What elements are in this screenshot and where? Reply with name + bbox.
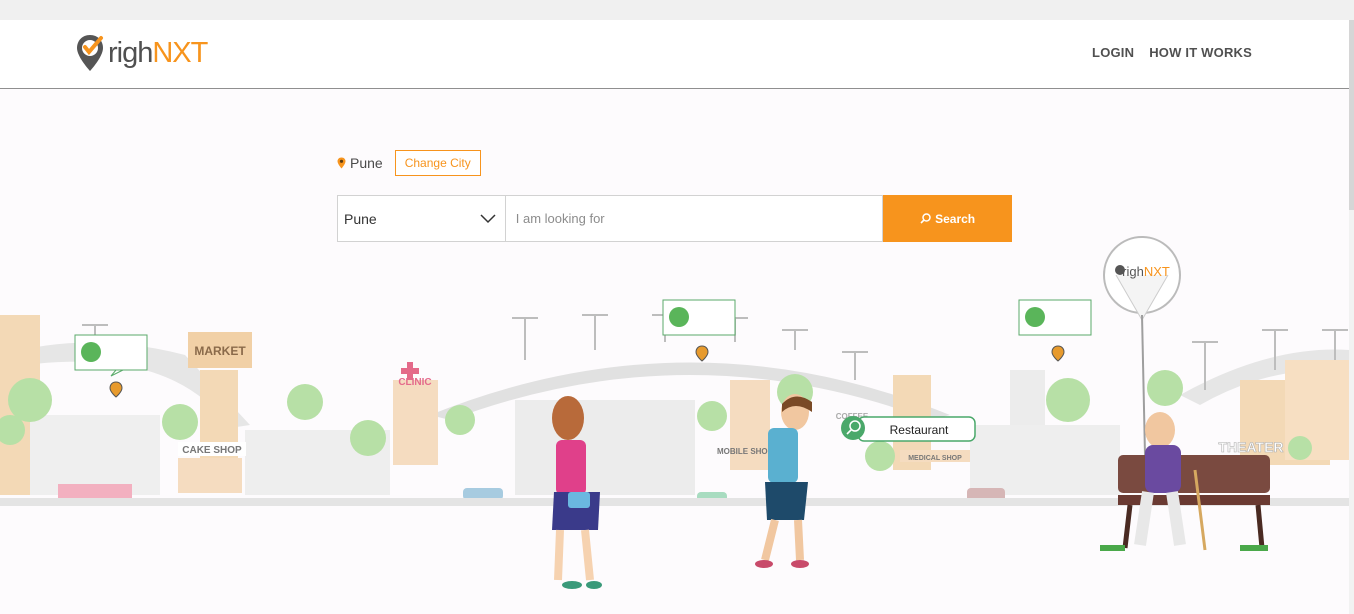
review-card-center	[662, 299, 736, 336]
search-button-label: Search	[935, 211, 976, 226]
city-select-value: Pune	[344, 211, 377, 227]
current-location: Pune Change City	[337, 150, 481, 176]
change-city-button[interactable]: Change City	[394, 150, 481, 176]
scrollbar-thumb[interactable]	[1349, 20, 1354, 210]
city-illustration: MARKET CLINIC CAKE SHOP MOBILE SHOP COFF…	[0, 236, 1349, 589]
logo[interactable]: righNXT	[76, 34, 208, 72]
location-pin-check-icon	[77, 35, 103, 71]
review-card-right	[1018, 299, 1092, 336]
clinic-sign: CLINIC	[398, 377, 431, 388]
chevron-down-icon	[480, 214, 496, 224]
search-icon	[920, 213, 931, 224]
mobile-shop-sign: MOBILE SHOP	[717, 447, 774, 456]
market-sign: MARKET	[194, 344, 246, 358]
review-card-left	[74, 334, 148, 377]
restaurant-bubble-label: Restaurant	[890, 423, 949, 437]
restaurant-search-bubble: Restaurant	[841, 416, 976, 442]
balloon-logo-righ: righ	[1122, 264, 1144, 279]
login-link[interactable]: LOGIN	[1092, 45, 1134, 60]
medical-shop-sign: MEDICAL SHOP	[908, 455, 962, 462]
balloon-logo-nxt: NXT	[1144, 264, 1170, 279]
theater-sign: THEATER	[1218, 439, 1283, 455]
cake-shop-sign: CAKE SHOP	[182, 445, 242, 456]
current-city-label: Pune	[350, 155, 383, 171]
location-pin-icon	[337, 157, 346, 169]
top-nav: LOGIN HOW IT WORKS	[1092, 45, 1252, 60]
svg-text:righNXT: righNXT	[1122, 264, 1170, 279]
browser-top-strip	[0, 0, 1354, 20]
site-header: righNXT LOGIN HOW IT WORKS	[0, 20, 1349, 89]
logo-text: righNXT	[108, 36, 208, 69]
how-it-works-link[interactable]: HOW IT WORKS	[1149, 45, 1252, 60]
